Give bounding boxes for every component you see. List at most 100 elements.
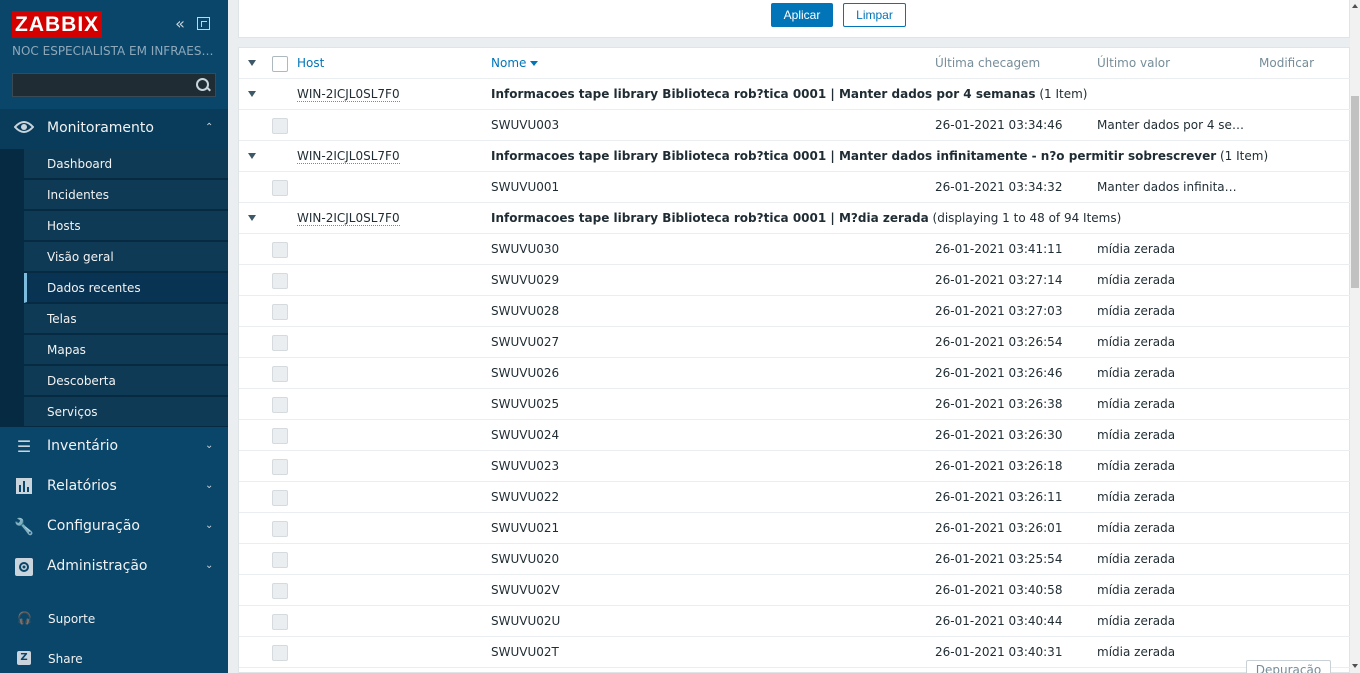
item-last-check: 26-01-2021 03:25:54: [935, 552, 1063, 566]
collapse-all-toggle[interactable]: [248, 60, 256, 66]
item-last-value: mídia zerada: [1097, 428, 1176, 442]
zabbix-logo[interactable]: ZABBIX: [12, 11, 103, 38]
group-toggle[interactable]: [248, 91, 256, 97]
row-checkbox[interactable]: [272, 118, 288, 134]
submenu-label: Visão geral: [47, 250, 114, 264]
menu-reports[interactable]: Relatórios ⌄: [0, 467, 228, 507]
submenu-incidents[interactable]: Incidentes: [24, 180, 228, 210]
item-last-value: mídia zerada: [1097, 242, 1176, 256]
submenu-maps[interactable]: Mapas: [24, 335, 228, 365]
row-checkbox[interactable]: [272, 180, 288, 196]
latest-data-table: Host Nome Última checagem Último valor M…: [238, 47, 1350, 673]
group-toggle[interactable]: [248, 215, 256, 221]
row-checkbox[interactable]: [272, 490, 288, 506]
item-name: SWUVU02U: [491, 614, 561, 628]
scroll-thumb[interactable]: [1351, 96, 1359, 288]
apply-filter-button[interactable]: Aplicar: [771, 3, 833, 27]
kiosk-mode-icon[interactable]: [197, 17, 210, 30]
group-title: Informacoes tape library Biblioteca rob?…: [491, 149, 1268, 163]
share-link[interactable]: Z Share: [0, 644, 228, 673]
main-content: Aplicar Limpar Host Nome Última checagem…: [228, 0, 1350, 673]
row-checkbox[interactable]: [272, 335, 288, 351]
row-checkbox[interactable]: [272, 645, 288, 661]
column-header-name[interactable]: Nome: [491, 56, 539, 70]
reset-filter-button[interactable]: Limpar: [843, 3, 906, 27]
table-row: SWUVU02V 26-01-2021 03:40:58 mídia zerada: [239, 575, 1350, 606]
page-scrollbar[interactable]: [1350, 0, 1360, 673]
menu-inventory[interactable]: ☰ Inventário ⌄: [0, 427, 228, 467]
chevron-down-icon: ⌄: [205, 560, 214, 571]
menu-monitoring[interactable]: Monitoramento ⌃: [0, 109, 228, 149]
menu-reports-label: Relatórios: [47, 478, 117, 494]
column-header-change: Modificar: [1259, 56, 1315, 70]
table-row: SWUVU020 26-01-2021 03:25:54 mídia zerada: [239, 544, 1350, 575]
group-title: Informacoes tape library Biblioteca rob?…: [491, 211, 1121, 225]
row-checkbox[interactable]: [272, 614, 288, 630]
row-checkbox[interactable]: [272, 304, 288, 320]
item-last-check: 26-01-2021 03:40:44: [935, 614, 1063, 628]
item-last-check: 26-01-2021 03:26:18: [935, 459, 1063, 473]
menu-configuration[interactable]: 🔧 Configuração ⌄: [0, 507, 228, 547]
scroll-down-arrow-icon[interactable]: [1352, 664, 1358, 668]
group-count: (1 Item): [1039, 87, 1088, 101]
row-checkbox[interactable]: [272, 366, 288, 382]
item-name: SWUVU029: [491, 273, 560, 287]
server-name: NOC ESPECIALISTA EM INFRAESTRUTURA: [12, 44, 217, 58]
item-last-value: mídia zerada: [1097, 490, 1176, 504]
scroll-up-arrow-icon[interactable]: [1352, 4, 1358, 8]
item-name: SWUVU030: [491, 242, 560, 256]
group-host-link[interactable]: WIN-2ICJL0SL7F0: [297, 87, 400, 102]
submenu-dashboard[interactable]: Dashboard: [24, 149, 228, 179]
group-toggle[interactable]: [248, 153, 256, 159]
column-header-name-label: Nome: [491, 56, 527, 70]
sort-desc-icon: [530, 61, 539, 66]
row-checkbox[interactable]: [272, 583, 288, 599]
row-checkbox[interactable]: [272, 521, 288, 537]
table-row: SWUVU001 26-01-2021 03:34:32 Manter dado…: [239, 172, 1350, 203]
support-link[interactable]: 🎧 Suporte: [0, 604, 228, 634]
row-checkbox[interactable]: [272, 273, 288, 289]
search-icon[interactable]: [196, 78, 210, 92]
item-last-check: 26-01-2021 03:26:54: [935, 335, 1063, 349]
item-name: SWUVU001: [491, 180, 560, 194]
row-checkbox[interactable]: [272, 242, 288, 258]
submenu-screens[interactable]: Telas: [24, 304, 228, 334]
item-last-value: mídia zerada: [1097, 366, 1176, 380]
menu-administration-label: Administração: [47, 558, 148, 574]
row-checkbox[interactable]: [272, 397, 288, 413]
menu-inventory-label: Inventário: [47, 438, 119, 454]
wrench-icon: 🔧: [14, 517, 34, 536]
global-search-input[interactable]: [12, 73, 216, 97]
menu-administration[interactable]: Administração ⌄: [0, 547, 228, 587]
sidebar-header: ZABBIX «: [0, 0, 228, 40]
row-checkbox[interactable]: [272, 459, 288, 475]
item-name: SWUVU023: [491, 459, 560, 473]
item-last-value: mídia zerada: [1097, 645, 1176, 659]
select-all-checkbox[interactable]: [272, 56, 288, 72]
item-last-check: 26-01-2021 03:27:03: [935, 304, 1063, 318]
submenu-label: Telas: [47, 312, 77, 326]
row-checkbox[interactable]: [272, 552, 288, 568]
submenu-discovery[interactable]: Descoberta: [24, 366, 228, 396]
debug-button[interactable]: Depuração: [1246, 660, 1331, 673]
group-host-link[interactable]: WIN-2ICJL0SL7F0: [297, 149, 400, 164]
submenu-label: Dados recentes: [47, 281, 141, 295]
item-name: SWUVU022: [491, 490, 560, 504]
table-row: SWUVU021 26-01-2021 03:26:01 mídia zerada: [239, 513, 1350, 544]
submenu-hosts[interactable]: Hosts: [24, 211, 228, 241]
group-row: WIN-2ICJL0SL7F0 Informacoes tape library…: [239, 203, 1350, 234]
group-host-link[interactable]: WIN-2ICJL0SL7F0: [297, 211, 400, 226]
table-row: SWUVU026 26-01-2021 03:26:46 mídia zerada: [239, 358, 1350, 389]
column-header-host[interactable]: Host: [297, 56, 324, 70]
submenu-latest-data[interactable]: Dados recentes: [24, 273, 228, 303]
group-name: Informacoes tape library Biblioteca rob?…: [491, 149, 1217, 163]
submenu-services[interactable]: Serviços: [24, 397, 228, 427]
row-checkbox[interactable]: [272, 428, 288, 444]
item-last-check: 26-01-2021 03:40:58: [935, 583, 1063, 597]
item-name: SWUVU02T: [491, 645, 559, 659]
submenu-overview[interactable]: Visão geral: [24, 242, 228, 272]
item-last-check: 26-01-2021 03:26:38: [935, 397, 1063, 411]
collapse-sidebar-icon[interactable]: «: [171, 16, 189, 32]
item-name: SWUVU02V: [491, 583, 560, 597]
gear-icon: [14, 558, 34, 576]
